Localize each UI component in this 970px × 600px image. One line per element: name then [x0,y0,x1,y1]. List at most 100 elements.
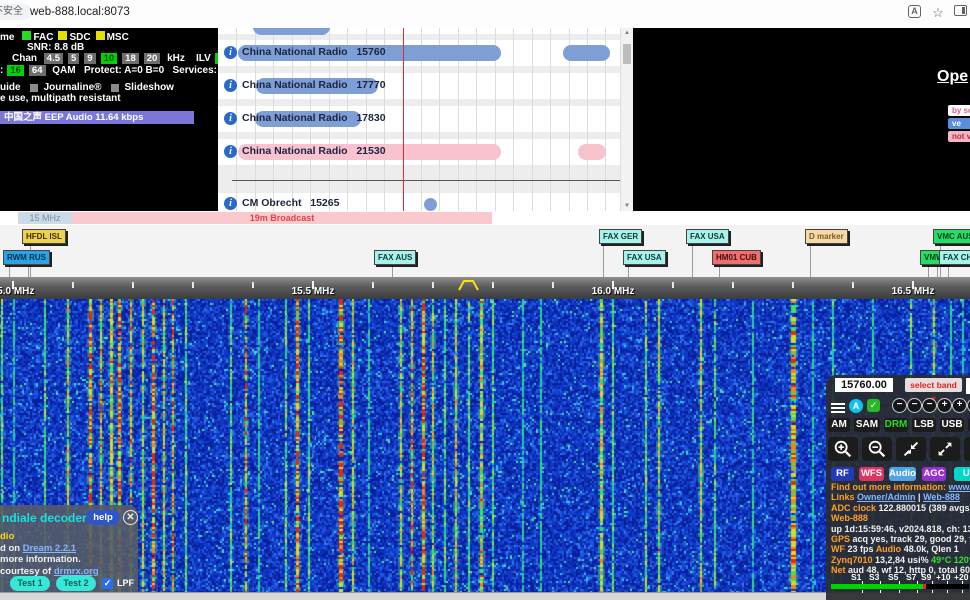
test-button[interactable]: Test 2 [56,576,96,591]
minor-tick [132,282,134,288]
link[interactable]: Web-888 [923,492,960,502]
panel-tab-wfs[interactable]: WFS [859,467,884,481]
mode-button-usb[interactable]: USB [940,418,964,432]
info-icon[interactable]: i [224,46,237,59]
scroll-up-icon[interactable]: ▲ [621,30,633,36]
overlay-legend-chip: by se [948,105,970,116]
station-flag[interactable]: FAX USA [686,229,729,244]
station-flag[interactable]: D marker [805,229,848,244]
info-line: GPS acq yes, track 29, good 29, fixe [831,534,970,544]
mode-button-drm[interactable]: DRM [884,418,908,432]
station-flag[interactable]: VMC AUS [933,229,970,244]
overlay-heading[interactable]: Ope [937,68,968,86]
info-icon[interactable]: i [224,112,237,125]
help-button[interactable]: help [86,510,120,525]
mode-button-sam[interactable]: SAM [854,418,880,432]
zoom-out-max-icon[interactable] [930,437,960,461]
media-checkbox[interactable] [30,84,38,92]
status-led [22,31,31,40]
media-checkbox[interactable] [111,84,119,92]
s-meter-level [831,584,923,589]
bottom-strip [0,592,970,600]
menu-icon[interactable] [831,401,845,415]
station-flag[interactable]: HFDL ISL [22,229,66,244]
passband-icon[interactable] [458,278,480,292]
minor-tick [372,282,374,288]
scroll-down-icon[interactable]: ▼ [621,203,633,209]
station-flag[interactable]: FAX AUS [374,250,416,265]
station-flag[interactable]: RWM RUS [3,250,50,265]
link[interactable]: Owner/Admin [857,492,916,502]
zoom-out-step-button[interactable]: − [907,398,922,413]
close-icon[interactable]: ✕ [123,510,138,525]
info-icon[interactable]: i [224,79,237,92]
band-chip-15mhz[interactable]: 15 MHz [18,212,72,224]
band-strip: 15 MHz 19m Broadcast [0,211,970,225]
link[interactable]: Dream 2.2.1 [23,543,76,554]
page-scroll-icon[interactable] [964,437,970,461]
zoom-out-step-button[interactable]: − [892,398,907,413]
side-panel-icon[interactable] [954,5,967,16]
schedule-station-label[interactable]: CM Obrecht 15265 [242,197,339,209]
schedule-broadcast-bar[interactable] [578,144,606,160]
address-bar[interactable]: web-888.local:8073 [30,6,130,18]
mode-button-lsb[interactable]: LSB [912,418,936,432]
zoom-in-button[interactable] [828,437,858,461]
frequency-label: 15.5 MHz [283,286,343,297]
test-button[interactable]: Test 1 [10,576,50,591]
schedule-broadcast-bar[interactable] [424,198,437,211]
s-meter-bar [831,584,969,589]
panel-tab-us[interactable]: Us [954,467,970,481]
zoom-in-step-button[interactable]: + [937,398,952,413]
link[interactable]: www.rx- [949,482,970,492]
zoom-out-button[interactable] [862,437,892,461]
schedule-station-label[interactable]: China National Radio 21530 [242,145,386,157]
security-badge[interactable]: 不安全 [0,4,32,20]
info-icon[interactable]: i [224,197,237,210]
info-line: Find out more information: www.rx- [831,482,970,492]
frequency-input[interactable] [835,378,893,392]
zoom-out-step-button[interactable]: − [922,398,937,413]
param-box: 4.5 [44,53,63,64]
waterfall-display[interactable] [0,299,970,592]
translate-icon[interactable]: A [908,5,921,18]
drm-robustness: e use, multipath resistant [0,93,121,104]
decoder-popup-line: courtesy of drmrx.org [0,566,99,577]
drm-status-panel: me FACSDCMSC SNR: 8.8 dB Chan 4.55910182… [0,28,218,211]
panel-tab-agc[interactable]: AGC [922,467,946,481]
station-flag[interactable]: FAX GER [599,229,642,244]
secondary-input-stub[interactable] [966,378,970,394]
schedule-scrollbar[interactable]: ▲▼ [620,28,633,211]
panel-tab-rf[interactable]: RF [831,467,854,481]
schedule-station-label[interactable]: China National Radio 17830 [242,112,386,124]
station-flag[interactable]: FAX CHN [939,250,970,265]
zoom-in-step-button[interactable]: + [952,398,967,413]
check-button[interactable]: ✓ [867,399,880,412]
info-icon[interactable]: i [224,145,237,158]
frequency-scale[interactable]: 15.0 MHz15.5 MHz16.0 MHz16.5 MHz [0,277,970,299]
mode-button-am[interactable]: AM [828,418,850,432]
station-flag[interactable]: FAX USA [623,250,666,265]
a-button[interactable]: A [849,399,863,413]
star-icon[interactable]: ☆ [930,5,946,20]
schedule-broadcast-bar[interactable] [253,28,330,35]
band-19m-broadcast[interactable]: 19m Broadcast [72,212,492,224]
text-segment: more information. [0,554,81,565]
flag-connector-line [628,263,629,277]
decoder-popup-title: ndiale decoder [2,511,87,525]
scrollbar-thumb[interactable] [623,44,631,64]
lpf-checkbox[interactable]: ✓ [102,578,113,589]
flag-connector-line [692,242,693,277]
schedule-station-label[interactable]: China National Radio 15760 [242,46,386,58]
schedule-broadcast-bar[interactable] [563,45,610,61]
schedule-station-label[interactable]: China National Radio 17770 [242,79,386,91]
link[interactable]: drmrx.org [54,566,99,577]
param-box: 10 [101,53,118,64]
panel-tab-audio[interactable]: Audio [889,467,916,481]
s-meter-peak [923,584,926,589]
zoom-to-band-icon[interactable] [896,437,926,461]
text-segment: Zynq7010 [831,555,875,565]
drm-sync-prefix: me [0,32,14,43]
station-flag[interactable]: HM01 CUB [712,250,761,265]
band-select-dropdown[interactable]: select band ▼ [905,378,962,392]
